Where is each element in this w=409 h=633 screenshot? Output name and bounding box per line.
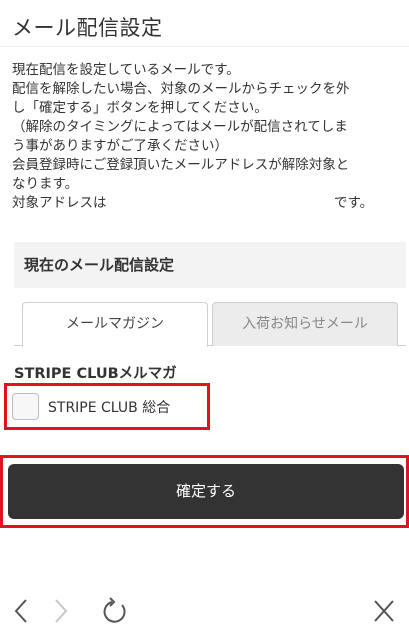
description-line: う事がありますがご了承ください）: [12, 138, 228, 154]
page-title: メール配信設定: [12, 16, 163, 40]
confirm-button[interactable]: 確定する: [8, 464, 404, 519]
forward-icon[interactable]: [50, 596, 72, 630]
description-line: 配信を解除したい場合、対象のメールからチェックを外: [12, 81, 350, 97]
tab-bar: メールマガジン 入荷お知らせメール: [14, 302, 406, 347]
tab-mail-magazine[interactable]: メールマガジン: [22, 302, 208, 347]
subscription-checkbox[interactable]: [12, 393, 39, 420]
description-line: なります。: [12, 176, 79, 192]
mail-settings-page: メール配信設定 現在配信を設定しているメールです。 配信を解除したい場合、対象の…: [0, 0, 409, 633]
target-address-suffix: です。: [334, 195, 374, 211]
section-heading: 現在のメール配信設定: [14, 242, 406, 288]
description-line: 現在配信を設定しているメールです。: [12, 62, 240, 78]
subscription-checkbox-label[interactable]: STRIPE CLUB 総合: [48, 397, 170, 417]
back-icon[interactable]: [10, 596, 32, 630]
target-address-line: 対象アドレスは です。: [12, 194, 404, 213]
description-line: （解除のタイミングによってはメールが配信されてしま: [12, 119, 348, 135]
target-address-prefix: 対象アドレスは: [12, 195, 107, 211]
subscription-group-label: STRIPE CLUBメルマガ: [14, 366, 177, 382]
description-line: 会員登録時にご登録頂いたメールアドレスが解除対象と: [12, 157, 350, 173]
description-line: し「確定する」ボタンを押してください。: [12, 100, 268, 116]
description: 現在配信を設定しているメールです。 配信を解除したい場合、対象のメールからチェッ…: [12, 61, 404, 213]
tab-restock-notice[interactable]: 入荷お知らせメール: [212, 302, 398, 346]
title-divider: [0, 46, 409, 47]
close-icon[interactable]: [371, 596, 397, 630]
reload-icon[interactable]: [100, 596, 130, 630]
